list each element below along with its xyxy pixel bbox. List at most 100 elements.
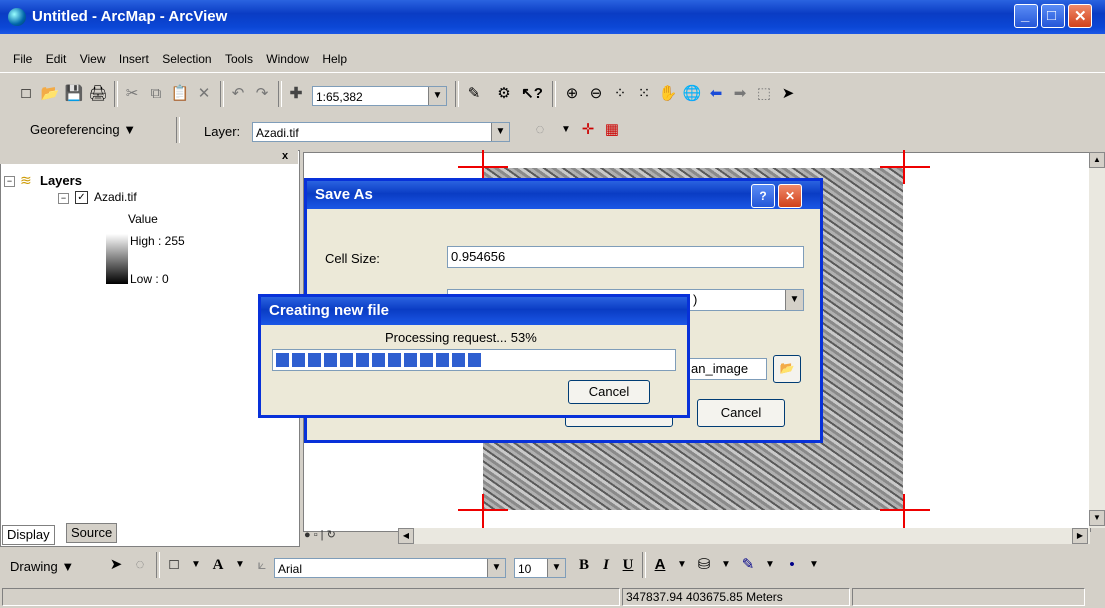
browse-folder-button[interactable]: 📂 [773, 355, 801, 383]
edit-vertices-icon[interactable]: ⟀ [250, 553, 274, 577]
font-combo[interactable]: Arial ▼ [274, 558, 506, 578]
cut-icon[interactable]: ✂ [120, 82, 144, 106]
progress-title: Creating new file [269, 302, 390, 319]
marker-color-icon[interactable]: • [780, 553, 804, 577]
bold-button[interactable]: B [572, 553, 596, 577]
menu-view[interactable]: View [75, 44, 111, 74]
rotate-icon[interactable]: ◌ [128, 553, 152, 577]
menu-selection[interactable]: Selection [157, 44, 216, 74]
status-coordinates: 347837.94 403675.85 Meters [622, 588, 850, 606]
chevron-down-icon[interactable]: ▼ [670, 553, 694, 577]
arctoolbox-icon[interactable]: ⚙ [492, 82, 516, 106]
maximize-button[interactable]: □ [1041, 4, 1065, 28]
georeferencing-menu[interactable]: Georeferencing ▼ [30, 122, 136, 137]
whats-this-icon[interactable]: ↖? [520, 82, 544, 106]
forward-arrow-icon[interactable]: ➡ [728, 82, 752, 106]
italic-button[interactable]: I [594, 553, 618, 577]
paste-icon[interactable]: 📋 [168, 82, 192, 106]
font-size-value: 10 [518, 562, 532, 576]
chevron-down-icon[interactable]: ▼ [184, 553, 208, 577]
toc-root-label[interactable]: Layers [40, 173, 82, 188]
layers-icon: ≋ [20, 172, 32, 188]
print-icon[interactable]: 🖨 [86, 82, 110, 106]
chevron-down-icon[interactable]: ▼ [487, 559, 505, 577]
new-document-icon[interactable]: □ [14, 82, 38, 106]
data-view-icon[interactable]: ● ▫ | ↻ [304, 528, 336, 541]
chevron-down-icon[interactable]: ▼ [228, 553, 252, 577]
select-element-icon[interactable]: ➤ [776, 82, 800, 106]
zoom-out-icon[interactable]: ⊖ [584, 82, 608, 106]
horizontal-scrollbar[interactable] [410, 528, 1090, 544]
minimize-button[interactable]: _ [1014, 4, 1038, 28]
scroll-up-icon[interactable]: ▲ [1089, 152, 1105, 168]
chevron-down-icon[interactable]: ▼ [714, 553, 738, 577]
menu-insert[interactable]: Insert [114, 44, 154, 74]
cancel-button[interactable]: Cancel [697, 399, 785, 427]
window-title-bar[interactable]: Untitled - ArcMap - ArcView _ □ ✕ [0, 0, 1105, 34]
line-color-icon[interactable]: ✎ [736, 553, 760, 577]
collapse-layer-icon[interactable]: − [58, 193, 69, 204]
back-arrow-icon[interactable]: ⬅ [704, 82, 728, 106]
toc-layer-label[interactable]: Azadi.tif [94, 190, 137, 204]
vertical-scrollbar[interactable] [1089, 152, 1105, 528]
layer-visibility-checkbox[interactable]: ✓ [75, 191, 88, 204]
save-as-title-bar[interactable]: Save As [307, 181, 820, 209]
output-name-field[interactable]: an_image [687, 358, 767, 380]
undo-icon[interactable]: ↶ [226, 82, 250, 106]
close-button[interactable]: ✕ [1068, 4, 1092, 28]
progress-segment [324, 353, 337, 367]
collapse-layers-icon[interactable]: − [4, 176, 15, 187]
fill-color-icon[interactable]: ⛁ [692, 553, 716, 577]
map-scale-combo[interactable]: 1:65,382 ▼ [312, 86, 447, 106]
menu-file[interactable]: File [8, 44, 37, 74]
font-color-button[interactable]: A [648, 553, 672, 577]
font-size-combo[interactable]: 10 ▼ [514, 558, 566, 578]
drawing-menu[interactable]: Drawing ▼ [10, 559, 74, 574]
cell-size-field[interactable]: 0.954656 [447, 246, 804, 268]
tab-source[interactable]: Source [66, 523, 118, 543]
menu-edit[interactable]: Edit [41, 44, 72, 74]
editor-toolbar-icon[interactable]: ✎ [462, 82, 486, 106]
tab-display[interactable]: Display [2, 525, 55, 545]
rotate-icon[interactable]: ◌ [528, 118, 552, 142]
add-control-points-icon[interactable]: ✛ [576, 118, 600, 142]
full-extent-globe-icon[interactable]: 🌐 [680, 82, 704, 106]
scroll-down-icon[interactable]: ▼ [1089, 510, 1105, 526]
layer-combo[interactable]: Azadi.tif ▼ [252, 122, 510, 142]
chevron-down-icon[interactable]: ▼ [554, 118, 578, 142]
copy-icon[interactable]: ⧉ [144, 82, 168, 106]
fixed-zoom-out-icon[interactable]: ⁙ [632, 82, 656, 106]
progress-cancel-button[interactable]: Cancel [568, 380, 650, 404]
chevron-down-icon[interactable]: ▼ [802, 553, 826, 577]
menu-window[interactable]: Window [261, 44, 314, 74]
chevron-down-icon[interactable]: ▼ [785, 290, 803, 310]
toolbar-separator [455, 81, 459, 107]
scroll-left-icon[interactable]: ◀ [398, 528, 414, 544]
toc-close-icon[interactable]: x [282, 150, 288, 162]
add-data-icon[interactable]: ✚ [284, 82, 308, 106]
rectangle-icon[interactable]: □ [162, 553, 186, 577]
progress-title-bar[interactable]: Creating new file [261, 297, 687, 325]
save-icon[interactable]: 💾 [62, 82, 86, 106]
menu-help[interactable]: Help [317, 44, 352, 74]
scroll-right-icon[interactable]: ▶ [1072, 528, 1088, 544]
menu-tools[interactable]: Tools [220, 44, 258, 74]
dialog-close-button[interactable]: ✕ [778, 184, 802, 208]
open-folder-icon[interactable]: 📂 [38, 82, 62, 106]
zoom-in-icon[interactable]: ⊕ [560, 82, 584, 106]
pan-hand-icon[interactable]: ✋ [656, 82, 680, 106]
chevron-down-icon[interactable]: ▼ [547, 559, 565, 577]
redo-icon[interactable]: ↷ [250, 82, 274, 106]
delete-icon[interactable]: ✕ [192, 82, 216, 106]
fixed-zoom-in-icon[interactable]: ⁘ [608, 82, 632, 106]
underline-button[interactable]: U [616, 553, 640, 577]
select-features-icon[interactable]: ⬚ [752, 82, 776, 106]
text-tool-icon[interactable]: A [206, 553, 230, 577]
status-bar: 347837.94 403675.85 Meters [0, 586, 1105, 608]
chevron-down-icon[interactable]: ▼ [428, 87, 446, 105]
chevron-down-icon[interactable]: ▼ [491, 123, 509, 141]
chevron-down-icon[interactable]: ▼ [758, 553, 782, 577]
select-elements-icon[interactable]: ➤ [104, 553, 128, 577]
view-link-table-icon[interactable]: ▦ [600, 118, 624, 142]
help-button[interactable]: ? [751, 184, 775, 208]
